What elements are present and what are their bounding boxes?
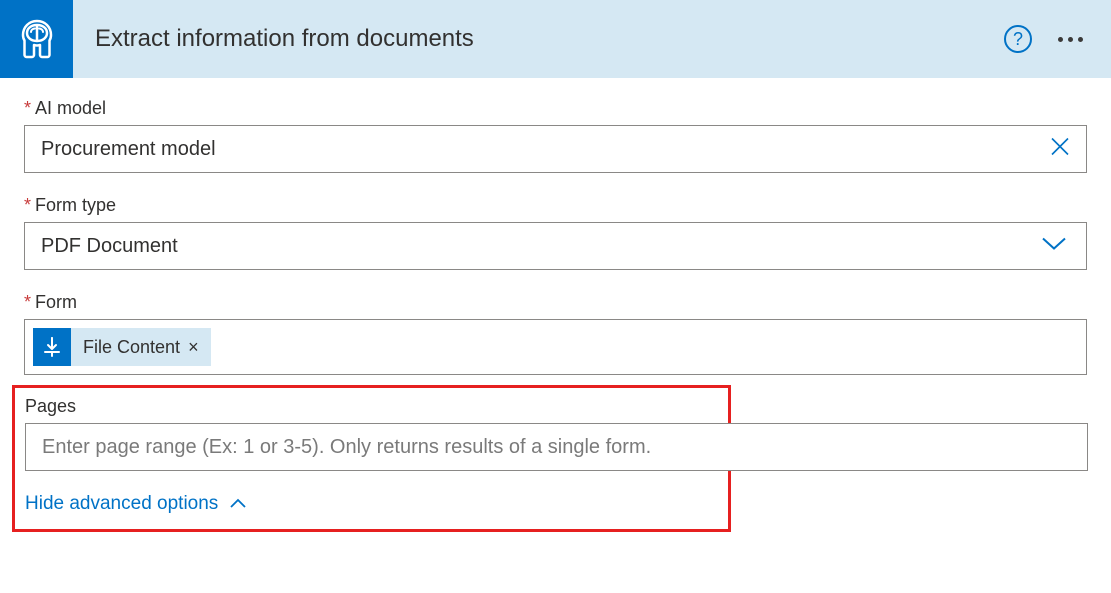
form-label: * Form bbox=[24, 292, 1087, 313]
required-asterisk: * bbox=[24, 292, 31, 313]
chevron-up-icon bbox=[228, 497, 248, 511]
pages-input[interactable] bbox=[25, 423, 1088, 471]
chevron-down-icon[interactable] bbox=[1041, 236, 1067, 257]
clear-icon[interactable] bbox=[1049, 136, 1071, 163]
help-icon[interactable]: ? bbox=[1004, 25, 1032, 53]
hide-advanced-link[interactable]: Hide advanced options bbox=[25, 493, 718, 515]
required-asterisk: * bbox=[24, 195, 31, 216]
required-asterisk: * bbox=[24, 98, 31, 119]
form-input[interactable]: File Content × bbox=[24, 319, 1087, 375]
token-label: File Content bbox=[83, 337, 180, 358]
form-type-field: PDF Document bbox=[24, 222, 1087, 270]
remove-token-icon[interactable]: × bbox=[188, 337, 199, 358]
ai-model-label: * AI model bbox=[24, 98, 1087, 119]
file-content-token: File Content × bbox=[33, 328, 211, 366]
connector-icon bbox=[0, 0, 73, 78]
dynamic-content-icon bbox=[33, 328, 71, 366]
form-field: File Content × bbox=[24, 319, 1087, 375]
card-title: Extract information from documents bbox=[95, 25, 1004, 53]
card-body: * AI model * Form type PDF Document * Fo… bbox=[0, 78, 1111, 532]
form-type-value: PDF Document bbox=[41, 235, 178, 258]
more-menu-icon[interactable] bbox=[1050, 29, 1091, 50]
card-header: Extract information from documents ? bbox=[0, 0, 1111, 78]
advanced-link-text: Hide advanced options bbox=[25, 493, 218, 515]
highlight-annotation: Pages Hide advanced options bbox=[12, 385, 731, 532]
form-type-select[interactable]: PDF Document bbox=[24, 222, 1087, 270]
ai-model-input[interactable] bbox=[24, 125, 1087, 173]
ai-model-field bbox=[24, 125, 1087, 173]
form-type-label: * Form type bbox=[24, 195, 1087, 216]
pages-label: Pages bbox=[25, 396, 718, 417]
pages-field bbox=[25, 423, 718, 471]
